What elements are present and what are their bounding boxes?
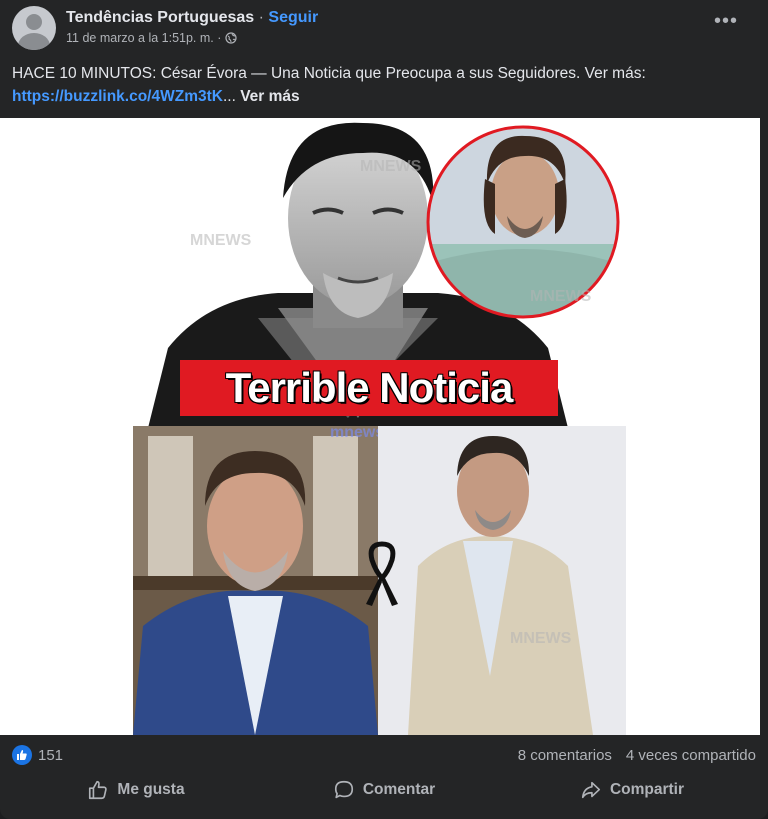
avatar-silhouette-body	[18, 33, 50, 50]
hospital-inset-photo	[426, 125, 620, 319]
banner-text: Terrible Noticia	[225, 364, 514, 411]
see-more-link[interactable]: Ver más	[240, 88, 299, 105]
watermark-text: MNEWS	[190, 232, 252, 249]
separator-dot: ·	[254, 9, 269, 26]
thumbs-up-icon	[89, 780, 108, 800]
watermark-text: MNEWS	[530, 288, 592, 305]
post-text: HACE 10 MINUTOS: César Évora — Una Notic…	[12, 62, 752, 108]
watermark-text: mnews	[330, 424, 385, 441]
mourning-ribbon-icon	[366, 541, 398, 606]
globe-icon	[225, 32, 238, 44]
comment-count[interactable]: 8 comentarios	[518, 747, 612, 764]
like-button-label: Me gusta	[117, 781, 185, 798]
watermark-text: MNEWS	[510, 630, 572, 647]
comment-icon	[334, 780, 353, 799]
avatar-silhouette-head	[26, 14, 42, 30]
post-header: Tendências Portuguesas · Seguir 11 de ma…	[12, 6, 756, 52]
portrait-beige-suit-image	[378, 426, 626, 735]
page-avatar[interactable]	[12, 6, 56, 50]
post-meta: 11 de marzo a la 1:51p. m. ·	[66, 31, 318, 45]
share-button-label: Compartir	[609, 781, 685, 798]
portrait-blue-suit-image	[133, 426, 378, 735]
engagement-counts: 8 comentarios 4 veces compartido	[518, 747, 756, 764]
share-icon	[581, 781, 601, 799]
comment-button-label: Comentar	[362, 781, 436, 798]
more-options-icon[interactable]: •••	[714, 11, 738, 31]
like-reaction-icon[interactable]	[12, 745, 32, 765]
post-link[interactable]: https://buzzlink.co/4WZm3tK	[12, 88, 223, 105]
post-timestamp[interactable]: 11 de marzo a la 1:51p. m. ·	[66, 31, 221, 45]
reaction-count[interactable]: 151	[38, 747, 63, 764]
like-button[interactable]: Me gusta	[12, 772, 260, 808]
reaction-stats: 151 8 comentarios 4 veces compartido	[12, 742, 756, 768]
watermark-text: MNEWS	[360, 158, 422, 175]
page-line: Tendências Portuguesas · Seguir	[66, 8, 318, 28]
follow-button[interactable]: Seguir	[268, 9, 318, 26]
post-card: Tendências Portuguesas · Seguir 11 de ma…	[0, 0, 768, 819]
link-ellipsis: ...	[222, 88, 236, 105]
share-count[interactable]: 4 veces compartido	[626, 747, 756, 764]
post-body-text: HACE 10 MINUTOS: César Évora — Una Notic…	[12, 65, 646, 82]
header-text: Tendências Portuguesas · Seguir 11 de ma…	[66, 8, 318, 45]
share-button[interactable]: Compartir	[508, 772, 756, 808]
page-name[interactable]: Tendências Portuguesas	[66, 9, 254, 26]
headline-banner: Terrible Noticia	[180, 360, 558, 416]
comment-button[interactable]: Comentar	[260, 772, 508, 808]
post-image[interactable]: MNEWS MNEWS MNEWS Terrible Noticia mnews…	[0, 118, 760, 735]
action-bar: Me gusta Comentar Compartir	[12, 772, 756, 808]
